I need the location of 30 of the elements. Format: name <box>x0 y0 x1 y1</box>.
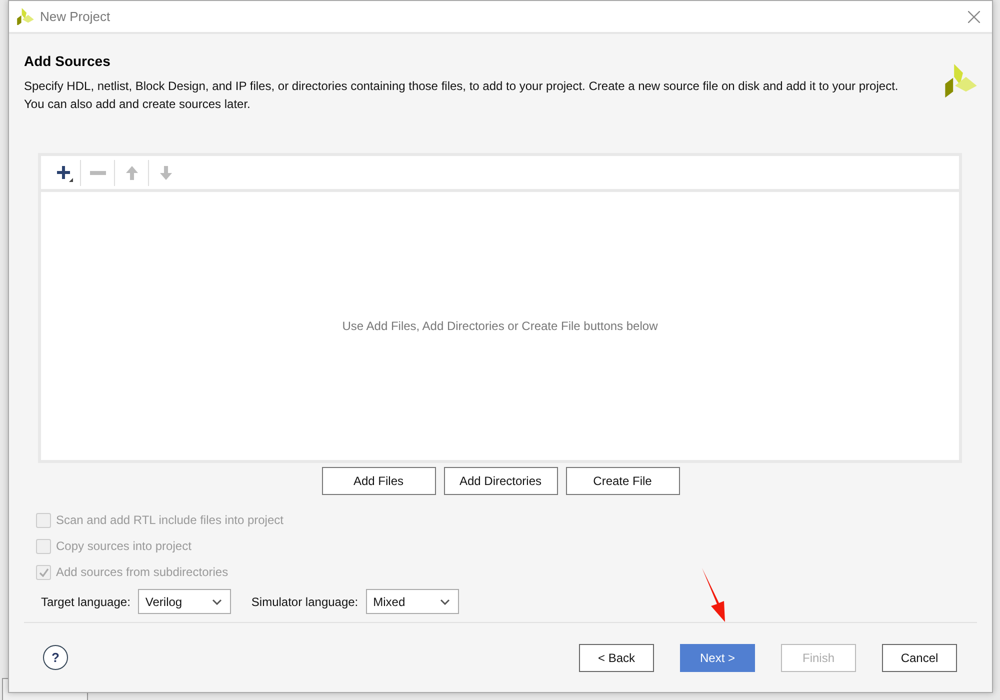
logo-icon <box>17 8 34 26</box>
language-dropdown[interactable]: Verilog <box>138 589 232 614</box>
close-icon <box>968 10 980 22</box>
chevron-down-icon <box>212 598 222 604</box>
language-label: Simulator language: <box>251 594 358 608</box>
annotation-arrow <box>700 568 728 622</box>
minus-icon <box>90 170 106 174</box>
description-text: Specify HDL, netlist, Block Design, and IP files, or directories containing those files, to add to your project. Create a new source file on disk and add it to your project. <box>24 78 898 95</box>
wizard-button[interactable]: Next > <box>680 644 755 672</box>
language-label: Target language: <box>41 594 130 608</box>
empty-message: Use Add Files, Add Directories or Create File buttons below <box>342 319 658 333</box>
window-title: New Project <box>40 9 112 24</box>
logo-icon <box>945 64 977 98</box>
checkbox-label: Copy sources into project <box>56 539 192 553</box>
checkbox-label: Add sources from subdirectories <box>56 565 228 579</box>
help-button[interactable]: ? <box>43 645 68 670</box>
arrow-down-icon <box>160 166 172 180</box>
source-button[interactable]: Add Files <box>322 467 436 495</box>
chevron-down-icon <box>440 598 450 604</box>
language-dropdown[interactable]: Mixed <box>366 589 460 614</box>
source-button[interactable]: Add Directories <box>444 467 558 495</box>
wizard-button[interactable]: Cancel <box>882 644 957 672</box>
page-heading: Add Sources <box>24 53 112 69</box>
checkbox-label: Scan and add RTL include files into project <box>56 513 284 527</box>
plus-icon <box>54 164 72 182</box>
description-text: You can also add and create sources later. <box>24 96 252 113</box>
arrow-up-icon <box>126 166 138 180</box>
wizard-button[interactable]: < Back <box>579 644 654 672</box>
source-button[interactable]: Create File <box>566 467 680 495</box>
check-icon <box>38 568 48 576</box>
